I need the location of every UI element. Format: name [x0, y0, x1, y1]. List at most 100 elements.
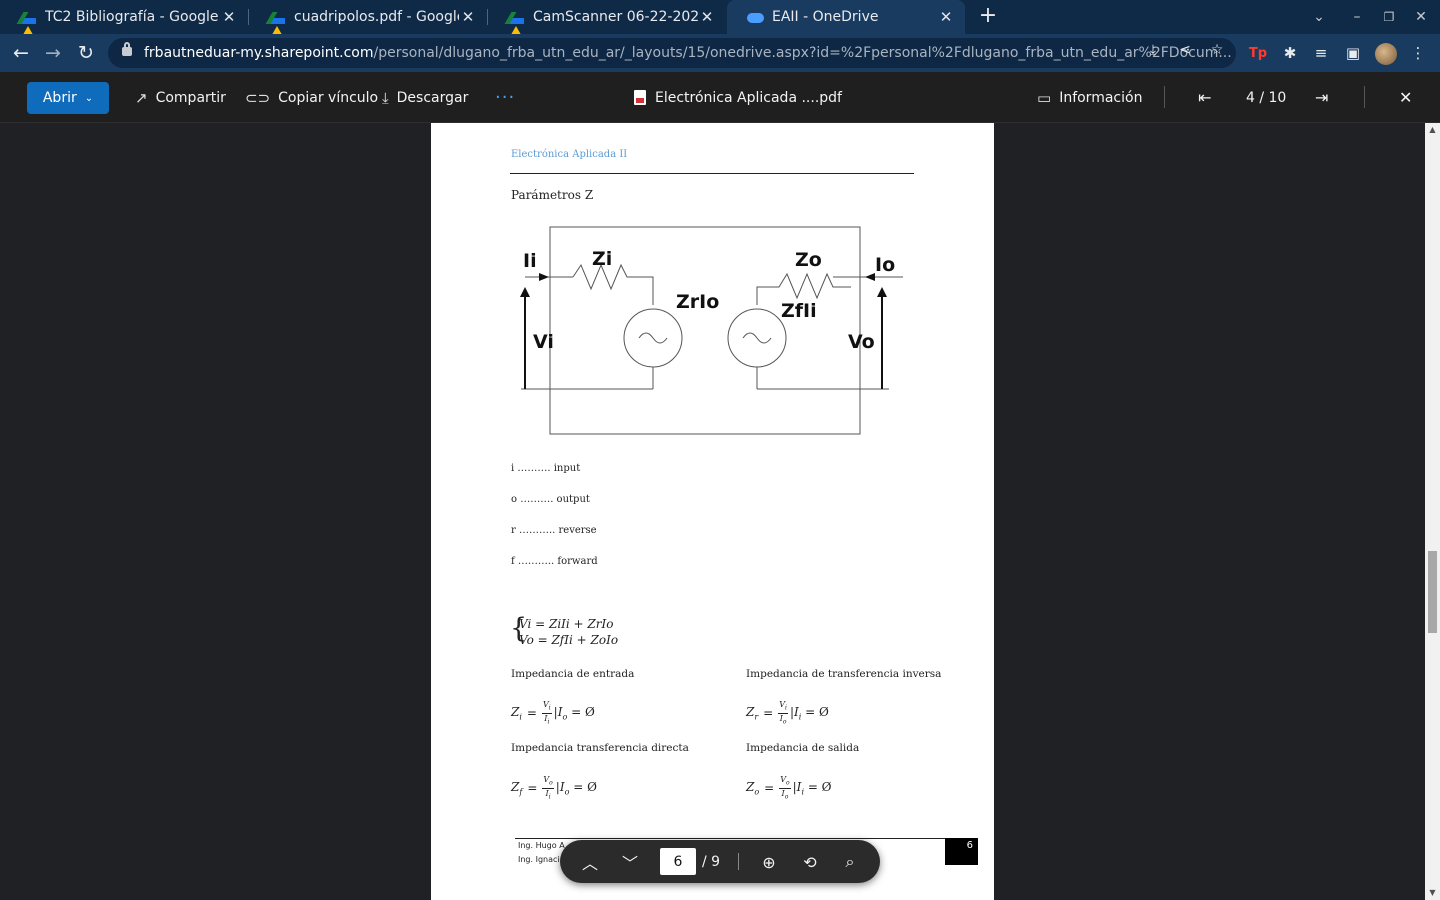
- minimize-icon[interactable]: –: [1341, 0, 1373, 34]
- eq-fraction: Vi Ii: [541, 700, 552, 726]
- reload-icon[interactable]: ↻: [73, 40, 99, 66]
- parameter-label: Impedancia de transferencia inversa: [746, 668, 942, 680]
- header-rule: [510, 173, 914, 174]
- label-input-impedance: Zi: [592, 248, 612, 270]
- info-button[interactable]: ▭ Información: [1037, 72, 1142, 123]
- copy-link-label: Copiar vínculo: [278, 89, 379, 106]
- eq-lhs: Zr: [746, 704, 759, 722]
- footer-author-1: Ing. Hugo A: [518, 841, 565, 850]
- close-tab-icon[interactable]: ✕: [937, 8, 955, 26]
- label-output-current: Io: [875, 254, 895, 276]
- onedrive-icon: [747, 9, 764, 25]
- parameter-label: Impedancia transferencia directa: [511, 742, 689, 754]
- footer-author-2: Ing. Ignaci: [518, 855, 560, 864]
- url-host: frbautneduar-my.sharepoint.com: [144, 45, 374, 61]
- share-icon: ↗: [135, 88, 148, 107]
- extension-tp-icon[interactable]: Tp: [1248, 43, 1268, 63]
- close-tab-icon[interactable]: ✕: [459, 8, 477, 26]
- info-panel-icon: ▭: [1037, 88, 1052, 107]
- address-bar[interactable]: frbautneduar-my.sharepoint.com/personal/…: [108, 38, 1236, 68]
- tab-title: EAII - OneDrive: [772, 9, 879, 25]
- eq-equals: =: [763, 706, 774, 721]
- bookmark-star-icon[interactable]: ☆: [1208, 41, 1226, 59]
- page-number-input[interactable]: [660, 848, 696, 875]
- scroll-thumb[interactable]: [1428, 551, 1437, 633]
- open-label: Abrir: [42, 90, 77, 106]
- share-icon[interactable]: ⋖: [1176, 41, 1194, 59]
- tab-tc2-bibliografia[interactable]: TC2 Bibliografía - Google Drive ✕: [0, 0, 248, 40]
- next-file-icon[interactable]: ⇥: [1315, 72, 1328, 123]
- page-number-badge: 6: [945, 838, 978, 865]
- lock-icon: [122, 42, 132, 56]
- pdf-viewer[interactable]: Electrónica Aplicada II Parámetros Z Ii …: [0, 123, 1425, 900]
- download-button[interactable]: ⤓ Descargar: [382, 72, 468, 123]
- eq-fraction: Vi Io: [778, 700, 788, 726]
- parameter-label: Impedancia de entrada: [511, 668, 635, 680]
- tab-cuadripolos[interactable]: cuadripolos.pdf - Google Drive ✕: [249, 0, 487, 40]
- url-path: /personal/dlugano_frba_utn_edu_ar/_layou…: [373, 45, 1232, 61]
- next-page-icon[interactable]: ﹀: [619, 851, 641, 873]
- profile-avatar[interactable]: [1375, 43, 1397, 65]
- label-input-current: Ii: [523, 250, 537, 272]
- google-drive-icon: [508, 9, 524, 40]
- eq-fraction: Vo Ii: [542, 775, 554, 801]
- scroll-down-arrow-icon[interactable]: ▼: [1425, 886, 1440, 900]
- eq-condition: |Ii = Ø: [789, 704, 829, 722]
- section-title: Parámetros Z: [511, 188, 594, 202]
- eq-lhs: Zo: [746, 779, 760, 797]
- more-options-icon[interactable]: ···: [495, 87, 515, 108]
- eq-condition: |Io = Ø: [553, 704, 595, 722]
- close-window-icon[interactable]: ✕: [1405, 0, 1437, 34]
- eq-lhs: Zf: [511, 779, 523, 797]
- pdf-floating-toolbar: ︿ ﹀ / 9 ⊕ ⟲ ⌕: [560, 840, 880, 883]
- tab-camscanner[interactable]: CamScanner 06-22-2020 12. ✕: [488, 0, 726, 40]
- search-icon[interactable]: ⌕: [839, 851, 861, 873]
- extensions-puzzle-icon[interactable]: ✱: [1280, 43, 1300, 63]
- browser-tab-strip: TC2 Bibliografía - Google Drive ✕ cuadri…: [0, 0, 1440, 40]
- parameter-equation: Zo = Vo Io |Ii = Ø: [746, 775, 832, 801]
- tab-title: cuadripolos.pdf - Google Drive: [294, 9, 459, 25]
- running-head: Electrónica Aplicada II: [511, 149, 628, 160]
- eq-lhs: Zi: [511, 704, 522, 722]
- previous-page-icon[interactable]: ︿: [579, 851, 601, 873]
- rotate-icon[interactable]: ⟲: [799, 851, 821, 873]
- close-tab-icon[interactable]: ✕: [220, 8, 238, 26]
- legend-forward: f ……….. forward: [511, 556, 598, 567]
- divider: [1164, 86, 1165, 108]
- parameter-equation: Zf = Vo Ii |Io = Ø: [511, 775, 597, 801]
- viewer-command-bar: Abrir ⌄ ↗ Compartir ⊂⊃ Copiar vínculo ⤓ …: [0, 72, 1440, 123]
- first-file-icon[interactable]: ⇤: [1198, 72, 1211, 123]
- zoom-in-icon[interactable]: ⊕: [758, 851, 780, 873]
- browser-menu-icon[interactable]: ⋮: [1408, 43, 1428, 63]
- tab-title: TC2 Bibliografía - Google Drive: [45, 9, 220, 25]
- tab-eaii-onedrive[interactable]: EAII - OneDrive ✕: [727, 0, 965, 34]
- footer-rule: [515, 838, 978, 839]
- google-drive-icon: [20, 9, 36, 40]
- pdf-page: Electrónica Aplicada II Parámetros Z Ii …: [431, 123, 994, 900]
- reading-list-icon[interactable]: ≡: [1311, 43, 1331, 63]
- share-button[interactable]: ↗ Compartir: [135, 72, 226, 123]
- restore-icon[interactable]: ❐: [1373, 0, 1405, 34]
- share-label: Compartir: [155, 89, 226, 106]
- label-reverse-source: ZrIo: [676, 291, 719, 313]
- info-label: Información: [1059, 89, 1143, 106]
- file-position: 4 / 10: [1246, 89, 1287, 106]
- viewer-scrollbar[interactable]: ▲ ▼: [1425, 123, 1440, 900]
- back-arrow-icon[interactable]: ←: [8, 40, 34, 66]
- open-button[interactable]: Abrir ⌄: [27, 82, 109, 114]
- scroll-up-arrow-icon[interactable]: ▲: [1425, 123, 1440, 137]
- eq-condition: |Io = Ø: [555, 779, 597, 797]
- copy-link-button[interactable]: ⊂⊃ Copiar vínculo: [245, 72, 378, 123]
- close-tab-icon[interactable]: ✕: [698, 8, 716, 26]
- side-panel-icon[interactable]: ▣: [1343, 43, 1363, 63]
- close-viewer-icon[interactable]: ✕: [1399, 72, 1412, 123]
- new-tab-button[interactable]: +: [976, 5, 1000, 29]
- download-label: Descargar: [396, 89, 469, 106]
- link-icon: ⊂⊃: [245, 88, 271, 107]
- equation-vo: Vo = ZfIi + ZoIo: [519, 633, 619, 647]
- tab-search-icon[interactable]: ⌄: [1303, 0, 1335, 34]
- forward-arrow-icon[interactable]: →: [40, 40, 66, 66]
- divider: [738, 853, 739, 870]
- install-app-icon[interactable]: ⤓: [1144, 41, 1162, 59]
- label-input-voltage: Vi: [533, 331, 554, 353]
